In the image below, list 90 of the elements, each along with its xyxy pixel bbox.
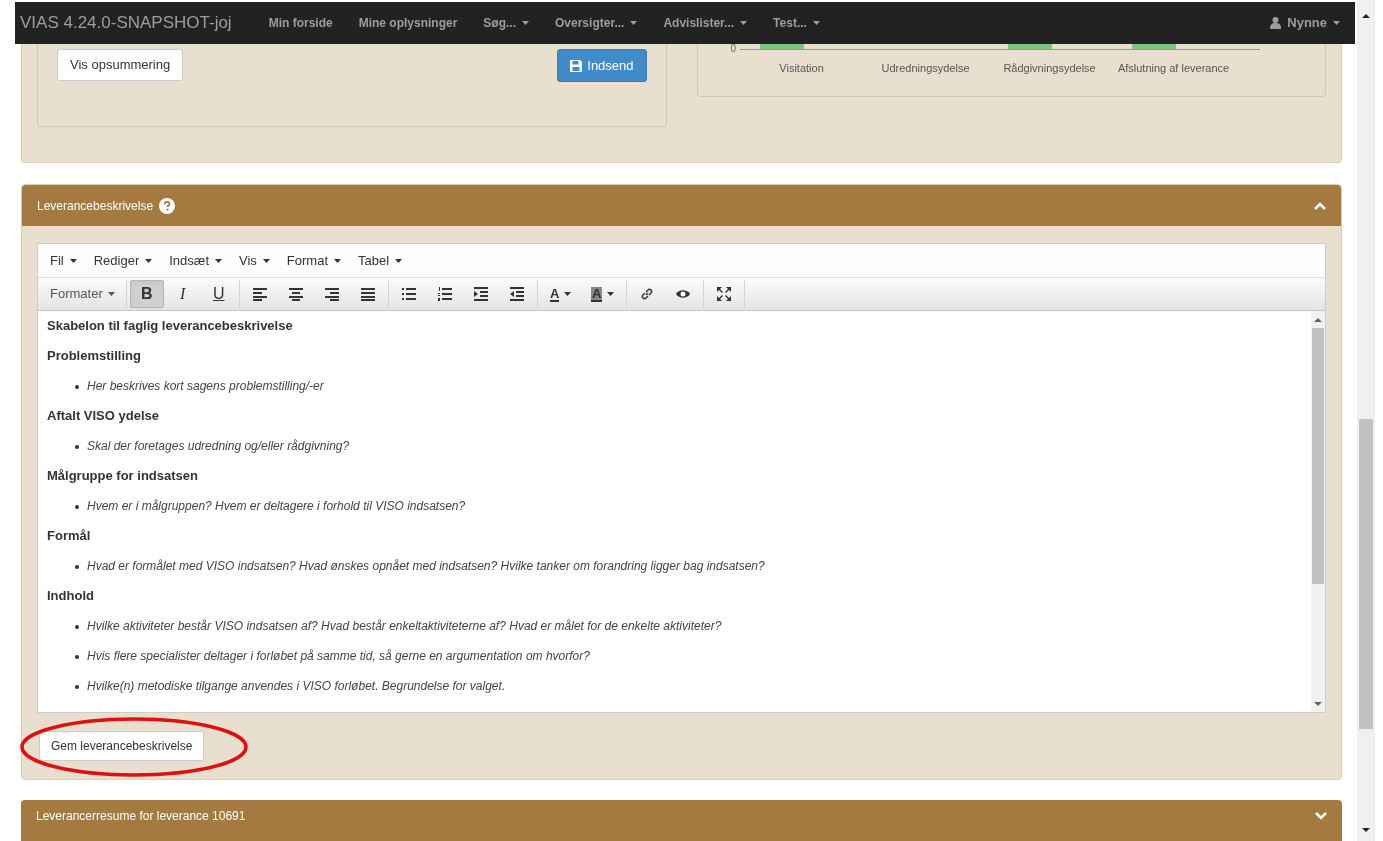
bullet-icon [75, 385, 79, 389]
user-icon [1270, 17, 1282, 29]
menu-item[interactable]: Vis [231, 247, 278, 274]
bullet-icon [75, 565, 79, 569]
caret-icon [522, 21, 529, 25]
caret-icon [564, 292, 572, 296]
panel-title: Leverancebeskrivelse [37, 197, 154, 215]
caret-icon [395, 258, 403, 263]
section-heading: Målgruppe for indsatsen [47, 468, 199, 484]
category-label: Rådgivningsydelse [1002, 61, 1097, 76]
caret-icon [69, 258, 77, 263]
fullscreen-icon [716, 287, 731, 301]
nav-link[interactable]: Mine oplysninger [345, 14, 471, 32]
outdent-icon [473, 287, 488, 301]
format-dropdown[interactable]: Formater [42, 280, 123, 308]
chevron-up-icon [1314, 201, 1326, 210]
caret-icon [607, 292, 615, 296]
save-button[interactable]: Gem leverancebeskrivelse [39, 731, 205, 761]
menu-item[interactable]: Tabel [350, 247, 411, 274]
bullet-icon [75, 625, 79, 629]
help-icon [159, 197, 176, 214]
background-color-button[interactable]: A [582, 280, 623, 308]
brand-link[interactable]: VIAS 4.24.0-SNAPSHOT-joj [20, 10, 232, 36]
section-heading: Problemstilling [47, 348, 142, 364]
bullet-text: Hvem er i målgruppen? Hvem er deltagere i forhold til VISO indsatsen? [87, 498, 466, 514]
caret-icon [262, 258, 270, 263]
panel-header[interactable]: Leverancerresume for leverance 10691 [21, 800, 1342, 841]
scroll-down-icon[interactable] [1362, 827, 1370, 833]
nav-link[interactable]: Søg... [470, 14, 542, 32]
align-justify-icon [360, 287, 375, 301]
chart-bar [1131, 44, 1176, 49]
caret-icon [812, 21, 820, 25]
menu-item[interactable]: Fil [42, 247, 85, 274]
nav-link[interactable]: Advislister... [650, 14, 761, 32]
caret-icon [107, 292, 115, 296]
bullet-icon [75, 445, 79, 449]
bullet-text: Hvis flere specialister deltager i forløbet på samme tid, så gerne en argumentation om hvorfor? [87, 648, 590, 664]
menu-item[interactable]: Format [278, 247, 349, 274]
caret-icon [1333, 21, 1340, 25]
submit-button[interactable]: Indsend [557, 49, 647, 82]
panel-header[interactable]: Leverancebeskrivelse [22, 185, 1341, 226]
axis-label: 0 [730, 44, 737, 54]
format-toggle[interactable]: I [165, 280, 200, 308]
caret-icon [740, 21, 748, 25]
chevron-down-icon [1315, 811, 1327, 820]
bullet-text: Skal der foretages udredning og/eller rådgivning? [87, 438, 350, 454]
bullet-text: Hvilke(n) metodiske tilgange anvendes i VISO forløbet. Begrundelse for valget. [87, 678, 506, 694]
category-label: Udredningsydelse [880, 61, 971, 76]
category-label: Visitation [778, 61, 825, 76]
scroll-up-icon[interactable] [1362, 13, 1370, 19]
bullet-icon [75, 505, 79, 509]
category-label: Afslutning af leverance [1116, 61, 1231, 76]
nav-link[interactable]: Test... [760, 14, 833, 32]
nav-link[interactable]: Oversigter... [542, 14, 651, 32]
page-scrollbar[interactable] [1357, 0, 1375, 841]
caret-icon [630, 21, 638, 25]
menu-item[interactable]: Indsæt [161, 247, 230, 274]
scrollbar-thumb[interactable] [1359, 419, 1373, 729]
menu-item[interactable]: Rediger [85, 247, 161, 274]
format-toggle[interactable]: B [129, 280, 164, 308]
section-heading: Formål [47, 528, 92, 544]
nav-link[interactable]: Min forside [255, 14, 346, 32]
bullet-list-icon [401, 287, 416, 301]
align-right-icon [324, 287, 339, 301]
section-heading: Skabelon til faglig leverancebeskrivelse [47, 318, 294, 334]
scrollbar[interactable] [1311, 311, 1325, 712]
caret-icon [145, 258, 153, 263]
link-icon [639, 287, 654, 301]
summary-button[interactable]: Vis opsummering [57, 49, 184, 81]
bullet-text: Hvilke aktiviteter består VISO indsatsen af? Hvad består enkeltaktiviteterne af? Hvad er målet for de enkelte aktiviteter? [87, 618, 722, 634]
section-heading: Aftalt VISO ydelse [47, 408, 160, 424]
bullet-text: Her beskrives kort sagens problemstilling/-er [87, 378, 324, 394]
panel-title: Leverancerresume for leverance 10691 [36, 807, 246, 825]
eye-icon [675, 287, 690, 301]
indent-icon [509, 287, 524, 301]
bullet-icon [75, 655, 79, 659]
caret-icon [334, 258, 341, 263]
align-center-icon [288, 287, 303, 301]
chart-bar [759, 44, 804, 49]
caret-icon [215, 258, 222, 263]
section-heading: Indhold [47, 588, 95, 604]
scrollbar-thumb[interactable] [1312, 328, 1324, 584]
text-color-button[interactable]: A [540, 280, 581, 308]
chart-bar [1007, 44, 1052, 49]
bullet-icon [75, 685, 79, 689]
user-menu[interactable]: Nynne [1270, 13, 1340, 33]
bullet-text: Hvad er formålet med VISO indsatsen? Hvad ønskes opnået med indsatsen? Hvilke tanker om forandring ligger bag indsatsen? [87, 558, 765, 574]
format-toggle[interactable]: U [201, 280, 236, 308]
numbered-list-icon [437, 287, 452, 301]
align-left-icon [252, 287, 267, 301]
